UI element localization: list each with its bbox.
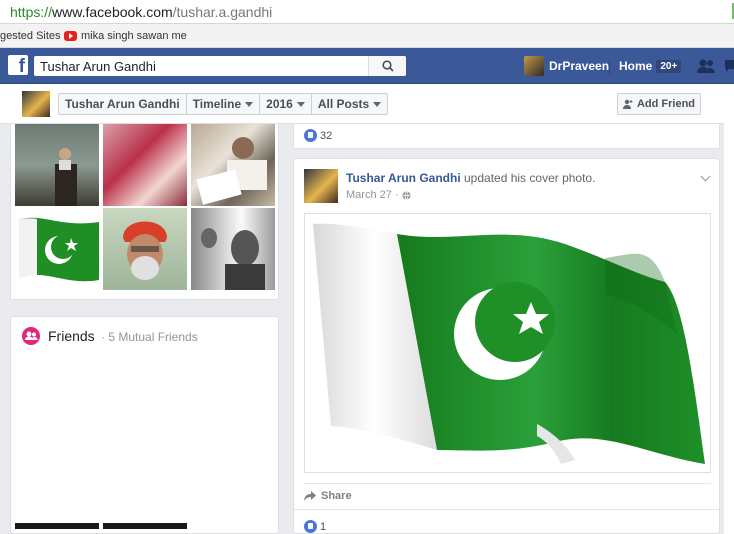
bookmarks-bar: gested Sites mika singh sawan me xyxy=(0,24,734,48)
photo-thumbnail[interactable] xyxy=(191,124,275,206)
black-and-white-photo-image xyxy=(201,228,265,290)
timeline-label: Timeline xyxy=(192,97,242,111)
share-label: Share xyxy=(321,490,352,502)
photo-thumbnail[interactable] xyxy=(103,124,187,206)
breadcrumb-all-posts[interactable]: All Posts xyxy=(312,94,387,114)
search-input[interactable]: Tushar Arun Gandhi xyxy=(40,59,156,74)
chevron-down-icon xyxy=(296,101,305,107)
post-author-name[interactable]: Tushar Arun Gandhi xyxy=(346,171,461,185)
breadcrumb-timeline[interactable]: Timeline xyxy=(187,94,261,114)
likes-row[interactable]: 32 xyxy=(304,128,333,143)
bookmark-youtube-label: mika singh sawan me xyxy=(81,30,187,42)
photo-thumbnail[interactable] xyxy=(103,208,187,290)
friends-title[interactable]: Friends xyxy=(48,328,95,344)
friend-requests-icon[interactable] xyxy=(696,58,716,74)
search-field[interactable]: Tushar Arun Gandhi xyxy=(34,56,406,76)
home-badge: 20+ xyxy=(656,59,682,73)
search-icon xyxy=(382,60,394,72)
add-friend-icon xyxy=(622,99,633,109)
breadcrumb-year[interactable]: 2016 xyxy=(260,94,312,114)
address-bar[interactable]: https://www.facebook.com/tushar.a.gandhi xyxy=(0,0,734,24)
writing-image xyxy=(196,137,267,205)
photo-thumbnail[interactable] xyxy=(191,208,275,290)
post-timestamp[interactable]: March 27 · xyxy=(346,189,411,201)
facebook-top-bar: f Tushar Arun Gandhi DrPraveen Home 20+ xyxy=(0,48,734,84)
photo-thumbnail[interactable] xyxy=(15,208,99,290)
post-header: Tushar Arun Gandhi updated his cover pho… xyxy=(346,171,595,185)
chevron-down-icon[interactable] xyxy=(700,171,711,182)
pakistan-flag-image xyxy=(313,223,705,464)
profile-thumbnail[interactable] xyxy=(22,91,50,117)
friends-card: Friends · 5 Mutual Friends xyxy=(10,316,279,534)
man-in-turban-image xyxy=(123,221,167,280)
post-date: March 27 · xyxy=(346,189,402,201)
youtube-icon xyxy=(64,31,77,41)
friend-photo[interactable] xyxy=(15,523,99,529)
like-icon xyxy=(304,129,317,143)
url-host: www.facebook.com xyxy=(52,4,173,20)
url-scheme: https:// xyxy=(10,4,53,20)
url-path: /tushar.a.gandhi xyxy=(172,4,273,20)
previous-post-footer: 32 xyxy=(293,124,720,149)
home-label: Home xyxy=(619,59,653,73)
post-action-text: updated his cover photo. xyxy=(460,171,596,185)
bookmark-suggested-sites[interactable]: gested Sites xyxy=(0,30,61,42)
timeline-subnav: Tushar Arun Gandhi Timeline 2016 All Pos… xyxy=(0,84,734,124)
chevron-down-icon xyxy=(245,101,254,107)
mutual-friends-count[interactable]: · 5 Mutual Friends xyxy=(101,330,198,344)
breadcrumb: Tushar Arun Gandhi Timeline 2016 All Pos… xyxy=(58,93,389,115)
like-icon xyxy=(304,520,317,534)
like-count: 32 xyxy=(320,129,333,142)
divider xyxy=(294,509,719,510)
add-friend-button[interactable]: Add Friend xyxy=(617,93,701,115)
year-label: 2016 xyxy=(266,97,293,111)
url-text[interactable]: https://www.facebook.com/tushar.a.gandhi xyxy=(10,4,272,20)
profile-link[interactable]: DrPraveen xyxy=(524,56,609,76)
post-author-avatar[interactable] xyxy=(304,169,338,203)
photos-card xyxy=(10,124,279,300)
cover-photo-post: Tushar Arun Gandhi updated his cover pho… xyxy=(293,158,720,534)
share-icon xyxy=(304,491,316,501)
pakistan-flag-thumbnail xyxy=(19,217,99,282)
profile-name-label: Tushar Arun Gandhi xyxy=(65,97,180,111)
divider xyxy=(304,483,711,484)
globe-icon xyxy=(402,190,411,200)
friend-photo[interactable] xyxy=(103,523,187,529)
search-button[interactable] xyxy=(368,56,406,76)
cover-photo-image[interactable] xyxy=(304,213,711,473)
share-button[interactable]: Share xyxy=(304,490,352,502)
home-link[interactable]: Home 20+ xyxy=(619,59,682,73)
avatar xyxy=(524,56,544,76)
likes-row[interactable]: 1 xyxy=(304,519,327,534)
facebook-logo-icon[interactable]: f xyxy=(8,55,28,75)
divider xyxy=(609,60,610,74)
user-name: DrPraveen xyxy=(549,59,610,73)
friends-icon xyxy=(22,327,40,345)
speaker-image xyxy=(55,148,77,206)
photo-thumbnail[interactable] xyxy=(15,124,99,206)
add-friend-label: Add Friend xyxy=(636,98,696,110)
breadcrumb-profile-name[interactable]: Tushar Arun Gandhi xyxy=(59,94,187,114)
like-count: 1 xyxy=(320,520,327,533)
all-posts-label: All Posts xyxy=(317,97,370,111)
messages-icon[interactable] xyxy=(724,58,734,74)
chevron-down-icon xyxy=(373,101,382,107)
bookmark-youtube[interactable]: mika singh sawan me xyxy=(64,30,187,42)
right-sidebar-edge xyxy=(724,84,734,534)
